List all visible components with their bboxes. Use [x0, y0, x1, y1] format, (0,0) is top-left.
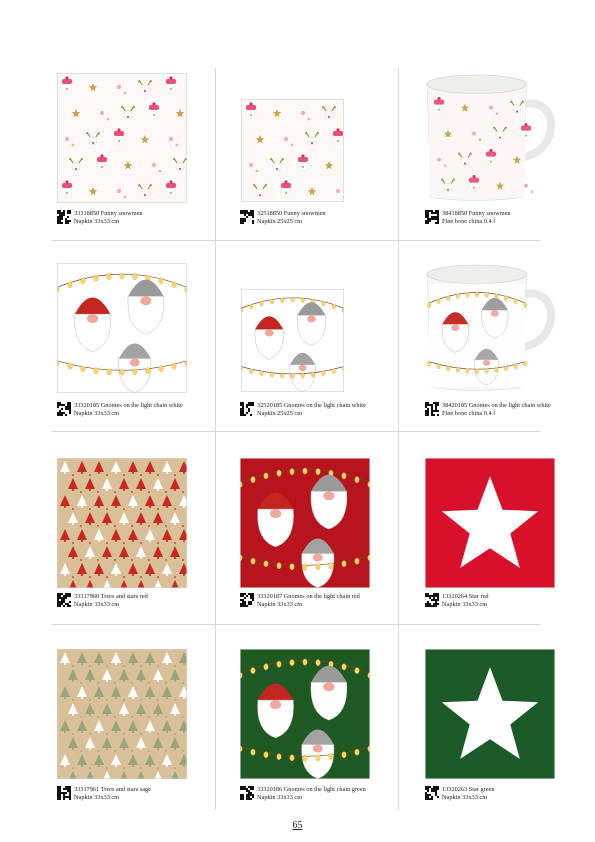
product-detail: Napkin 33x33 cm — [442, 794, 488, 801]
product-caption: 33317961 Trees and stars sage Napkin 33x… — [57, 786, 151, 802]
product-image-gnomes-green-napkin — [240, 649, 370, 779]
product-code-title: 32518850 Funny snowmen — [257, 210, 326, 217]
product-caption: 13320263 Star green Napkin 33x33 cm — [425, 786, 494, 802]
qr-code-icon — [57, 593, 71, 607]
product-code-title: 33320186 Gnomes on the light chain green — [257, 786, 366, 793]
product-code-title: 13320263 Star green — [442, 786, 495, 793]
qr-code-icon — [425, 402, 439, 416]
product-image-trees-red-napkin — [57, 458, 187, 588]
product-code-title: 33320187 Gnomes on the light chain red — [257, 593, 360, 600]
product-caption: 38420185 Gnomes on the light chain white… — [425, 402, 551, 418]
product-caption: 33320187 Gnomes on the light chain red N… — [240, 593, 360, 609]
row-divider — [52, 240, 540, 241]
qr-code-icon — [425, 786, 439, 800]
product-image-snowmen-napkin — [57, 73, 187, 203]
qr-code-icon — [425, 210, 439, 224]
product-detail: Napkin 33x33 cm — [257, 601, 303, 608]
product-detail: Napkin 33x33 cm — [74, 410, 120, 417]
qr-code-icon — [240, 210, 254, 224]
product-detail: Napkin 33x33 cm — [74, 601, 120, 608]
product-image-gnomes-red-napkin — [240, 458, 370, 588]
product-image-star-green-napkin — [425, 649, 555, 779]
product-code-title: 38418850 Funny snowmen — [442, 210, 511, 217]
product-code-title: 13320264 Star red — [442, 593, 489, 600]
product-caption: 33320185 Gnomes on the light chain white… — [57, 402, 183, 418]
product-detail: Napkin 25x25 cm — [257, 410, 303, 417]
product-code-title: 33317960 Trees and stars red — [74, 593, 148, 600]
product-code-title: 38420185 Gnomes on the light chain white — [442, 402, 551, 409]
product-detail: Fine bone china 0.4 l — [442, 410, 495, 417]
product-caption: 38418850 Funny snowmen Fine bone china 0… — [425, 210, 511, 226]
product-caption: 33317960 Trees and stars red Napkin 33x3… — [57, 593, 148, 609]
product-image-snowmen-napkin — [241, 99, 344, 202]
qr-code-icon — [57, 210, 71, 224]
product-image-star-red-napkin — [425, 458, 555, 588]
product-code-title: 33317961 Trees and stars sage — [74, 786, 151, 793]
qr-code-icon — [240, 593, 254, 607]
product-code-title: 33320185 Gnomes on the light chain white — [74, 402, 183, 409]
product-detail: Napkin 33x33 cm — [74, 794, 120, 801]
column-divider — [398, 68, 399, 810]
qr-code-icon — [240, 402, 254, 416]
qr-code-icon — [57, 786, 71, 800]
page-number: 65 — [292, 820, 303, 831]
qr-code-icon — [425, 593, 439, 607]
product-detail: Napkin 33x33 cm — [442, 601, 488, 608]
row-divider — [52, 431, 540, 432]
product-detail: Napkin 25x25 cm — [257, 218, 303, 225]
product-image-gnomes-white-napkin — [57, 263, 187, 393]
product-caption: 33318850 Funny snowmen Napkin 33x33 cm — [57, 210, 143, 226]
product-caption: 32518850 Funny snowmen Napkin 25x25 cm — [240, 210, 326, 226]
product-image-gnomes-white-napkin — [241, 289, 344, 392]
product-image-snowmen-mug — [425, 71, 555, 204]
product-detail: Napkin 33x33 cm — [257, 794, 303, 801]
qr-code-icon — [57, 402, 71, 416]
row-divider — [52, 624, 540, 625]
column-divider — [215, 68, 216, 810]
product-image-trees-sage-napkin — [57, 649, 187, 779]
product-image-gnomes-white-mug — [425, 261, 555, 394]
product-code-title: 33318850 Funny snowmen — [74, 210, 143, 217]
product-caption: 13320264 Star red Napkin 33x33 cm — [425, 593, 489, 609]
qr-code-icon — [240, 786, 254, 800]
product-detail: Napkin 33x33 cm — [74, 218, 120, 225]
product-caption: 33320186 Gnomes on the light chain green… — [240, 786, 366, 802]
product-code-title: 32520185 Gnomes on the light chain white — [257, 402, 366, 409]
product-caption: 32520185 Gnomes on the light chain white… — [240, 402, 366, 418]
product-detail: Fine bone china 0.4 l — [442, 218, 495, 225]
